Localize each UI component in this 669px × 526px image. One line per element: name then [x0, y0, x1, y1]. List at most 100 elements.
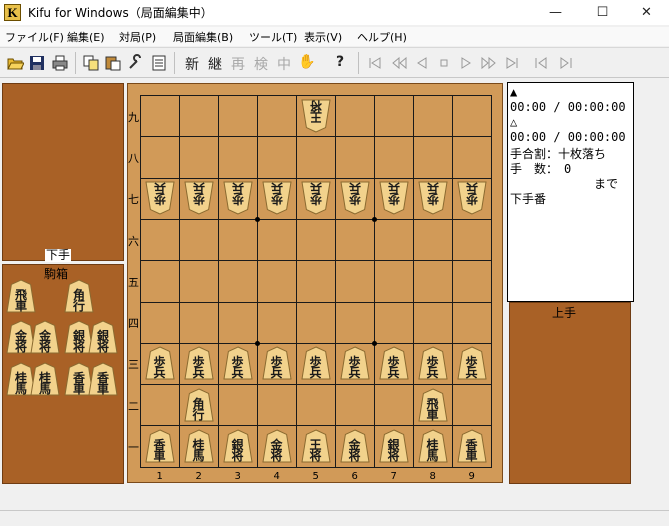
menu-edit[interactable]: 編集(E) — [67, 29, 105, 45]
app-icon: K — [4, 4, 21, 21]
sente-back-rank-piece[interactable]: 金将 — [261, 429, 292, 463]
piece-box-piece[interactable]: 銀将 — [88, 320, 118, 354]
status-bar — [0, 510, 669, 526]
move-count: 手 数： 0 — [510, 162, 572, 176]
gote-pawn-piece[interactable]: 歩兵 — [222, 181, 253, 215]
menu-bar: ファイル(F) 編集(E) 対局(P) 局面編集(B) ツール(T) 表示(V)… — [0, 27, 669, 46]
sente-back-rank-piece[interactable]: 桂馬 — [183, 429, 214, 463]
menu-position-edit[interactable]: 局面編集(B) — [173, 29, 233, 45]
until-text: まで — [594, 177, 619, 191]
open-folder-icon[interactable] — [6, 54, 25, 72]
board-col-label: 5 — [312, 471, 319, 482]
paste-icon[interactable] — [104, 54, 122, 72]
board-row-label: 九 — [128, 110, 139, 124]
minimize-button[interactable]: — — [533, 0, 578, 25]
stop-icon[interactable] — [435, 54, 453, 72]
sente-back-rank-piece[interactable]: 銀将 — [222, 429, 253, 463]
sente-back-rank-piece[interactable]: 王将 — [300, 429, 331, 463]
wrench-icon[interactable] — [126, 54, 144, 72]
board-col-label: 6 — [351, 471, 358, 482]
sente-rook-piece[interactable]: 飛車 — [417, 388, 448, 422]
list-icon[interactable] — [150, 54, 168, 72]
sente-pawn-piece[interactable]: 歩兵 — [261, 346, 292, 380]
menu-game[interactable]: 対局(P) — [119, 29, 156, 45]
menu-file[interactable]: ファイル(F) — [5, 29, 64, 45]
window-title: Kifu for Windows（局面編集中） — [28, 6, 213, 20]
gote-pawn-piece[interactable]: 歩兵 — [456, 181, 487, 215]
menu-view[interactable]: 表示(V) — [304, 29, 342, 45]
replay-button[interactable]: 再 — [229, 54, 247, 73]
uwate-label: 上手 — [552, 306, 577, 320]
board-row-label: 五 — [128, 275, 139, 289]
back-icon[interactable] — [413, 54, 431, 72]
hand-icon[interactable]: ✋ — [298, 54, 316, 72]
piece-box-piece[interactable]: 飛車 — [6, 279, 36, 313]
menu-tools[interactable]: ツール(T) — [249, 29, 297, 45]
board-row-label: 三 — [128, 358, 139, 372]
interrupt-button[interactable]: 中 — [275, 54, 293, 73]
gote-pawn-piece[interactable]: 歩兵 — [261, 181, 292, 215]
go-last-icon[interactable] — [503, 54, 521, 72]
review-button[interactable]: 検 — [252, 54, 270, 73]
sente-pawn-piece[interactable]: 歩兵 — [339, 346, 370, 380]
piece-box-piece[interactable]: 角行 — [64, 279, 94, 313]
sente-bishop-piece[interactable]: 角行 — [183, 388, 214, 422]
gote-time: 00:00 / 00:00:00 — [510, 130, 626, 144]
sente-back-rank-piece[interactable]: 香車 — [456, 429, 487, 463]
sente-pawn-piece[interactable]: 歩兵 — [378, 346, 409, 380]
sente-pawn-piece[interactable]: 歩兵 — [456, 346, 487, 380]
game-info-panel: ▲ 00:00 / 00:00:00 △ 00:00 / 00:00:00 手合… — [507, 82, 634, 302]
print-icon[interactable] — [51, 54, 69, 72]
board-row-label: 八 — [128, 151, 139, 165]
toolbar-separator — [358, 52, 359, 74]
save-icon[interactable] — [28, 54, 46, 72]
shitate-piece-stand[interactable] — [2, 83, 124, 261]
piece-box-piece[interactable]: 香車 — [88, 362, 118, 396]
go-first-icon[interactable] — [366, 54, 384, 72]
gote-pawn-piece[interactable]: 歩兵 — [144, 181, 175, 215]
menu-help[interactable]: ヘルプ(H) — [357, 29, 407, 45]
continue-button[interactable]: 継 — [206, 54, 224, 73]
sente-pawn-piece[interactable]: 歩兵 — [144, 346, 175, 380]
piece-box-piece[interactable]: 金将 — [30, 320, 60, 354]
sente-pawn-piece[interactable]: 歩兵 — [222, 346, 253, 380]
sente-mark: ▲ — [510, 85, 518, 99]
new-game-button[interactable]: 新 — [183, 54, 201, 73]
board-row-label: 二 — [128, 399, 139, 413]
forward-icon[interactable] — [457, 54, 475, 72]
maximize-button[interactable]: ☐ — [580, 0, 625, 25]
branch-back-icon[interactable] — [533, 54, 551, 72]
gote-pawn-piece[interactable]: 歩兵 — [300, 181, 331, 215]
uwate-piece-stand[interactable] — [509, 302, 631, 484]
back-fast-icon[interactable] — [390, 54, 408, 72]
piece-box-piece[interactable]: 桂馬 — [30, 362, 60, 396]
gote-pawn-piece[interactable]: 歩兵 — [378, 181, 409, 215]
gote-pawn-piece[interactable]: 歩兵 — [183, 181, 214, 215]
board-star-point — [372, 341, 377, 346]
sente-pawn-piece[interactable]: 歩兵 — [300, 346, 331, 380]
gote-pawn-piece[interactable]: 歩兵 — [417, 181, 448, 215]
board-star-point — [255, 341, 260, 346]
sente-back-rank-piece[interactable]: 金将 — [339, 429, 370, 463]
sente-pawn-piece[interactable]: 歩兵 — [417, 346, 448, 380]
sente-back-rank-piece[interactable]: 香車 — [144, 429, 175, 463]
board-star-point — [372, 217, 377, 222]
sente-back-rank-piece[interactable]: 桂馬 — [417, 429, 448, 463]
branch-forward-icon[interactable] — [556, 54, 574, 72]
gote-king-piece[interactable]: 王将 — [300, 99, 331, 133]
toolbar-separator — [75, 52, 76, 74]
board-col-label: 7 — [390, 471, 397, 482]
forward-fast-icon[interactable] — [480, 54, 498, 72]
board-col-label: 8 — [429, 471, 436, 482]
copy-icon[interactable] — [82, 54, 100, 72]
turn-text: 下手番 — [510, 192, 547, 206]
close-button[interactable]: ✕ — [624, 0, 669, 25]
gote-mark: △ — [510, 115, 518, 129]
board-col-label: 1 — [156, 471, 163, 482]
gote-pawn-piece[interactable]: 歩兵 — [339, 181, 370, 215]
board-row-label: 七 — [128, 193, 139, 207]
title-bar: K Kifu for Windows（局面編集中） — ☐ ✕ — [0, 0, 669, 25]
sente-pawn-piece[interactable]: 歩兵 — [183, 346, 214, 380]
sente-back-rank-piece[interactable]: 銀将 — [378, 429, 409, 463]
help-icon[interactable]: ? — [331, 54, 349, 72]
